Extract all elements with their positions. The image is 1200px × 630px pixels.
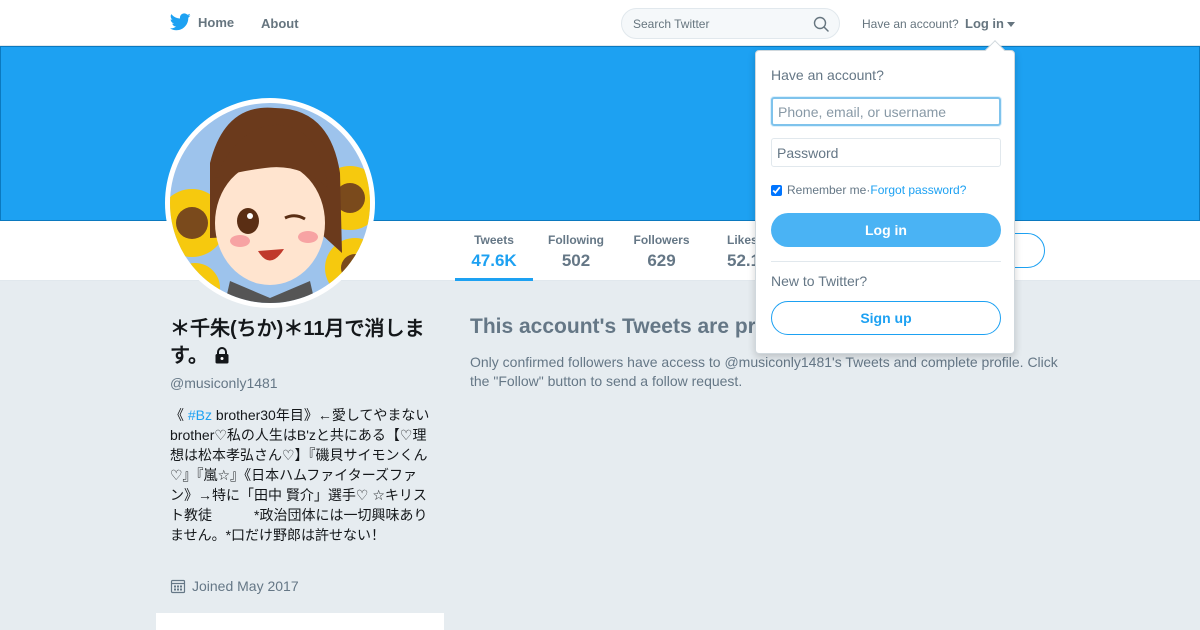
- dropdown-heading: Have an account?: [771, 67, 884, 83]
- caret-down-icon: [1007, 21, 1015, 27]
- forgot-password-link[interactable]: Forgot password?: [870, 183, 966, 197]
- password-input[interactable]: [771, 138, 1001, 167]
- profile-avatar[interactable]: [165, 98, 375, 308]
- protected-title: This account's Tweets are pr: [470, 315, 756, 338]
- calendar-icon: [170, 579, 186, 594]
- stat-tweets-value: 47.6K: [471, 251, 517, 270]
- protected-message: Only confirmed followers have access to …: [470, 354, 1058, 389]
- profile-name: ＊千朱(ちか)＊11月で消します。: [170, 316, 432, 370]
- profile-screen-name[interactable]: @musiconly1481: [170, 375, 278, 391]
- joined-date: Joined May 2017: [170, 578, 299, 594]
- nav-home-label: Home: [198, 14, 235, 30]
- login-toggle-label: Log in: [965, 16, 1004, 31]
- stat-following-label: Following: [548, 233, 604, 247]
- profile-bio: 《 #Bz brother30年目》←愛してやまないbrother♡私の人生はB…: [170, 405, 432, 545]
- stat-following-value: 502: [561, 251, 591, 270]
- remember-me-row: Remember me · Forgot password?: [771, 183, 966, 197]
- login-dropdown-toggle[interactable]: Log in: [965, 16, 1015, 31]
- signup-button[interactable]: Sign up: [771, 301, 1001, 335]
- login-button[interactable]: Log in: [771, 213, 1001, 247]
- joined-date-text: Joined May 2017: [192, 578, 299, 594]
- bio-hashtag-link[interactable]: #Bz: [188, 407, 212, 423]
- nav-home-link[interactable]: Home: [170, 13, 234, 31]
- dropdown-divider: [771, 261, 1001, 262]
- remember-me-checkbox[interactable]: [771, 184, 782, 196]
- username-input[interactable]: [771, 97, 1001, 126]
- stat-followers-value: 629: [647, 251, 676, 270]
- profile-name-text: ＊千朱(ちか)＊11月で消します。: [170, 318, 425, 367]
- twitter-bird-icon: [170, 13, 191, 31]
- have-account-text: Have an account?: [862, 17, 959, 31]
- side-card: [156, 613, 444, 630]
- search-icon[interactable]: [813, 16, 829, 32]
- avatar-illustration: [170, 103, 370, 303]
- stat-tweets-label: Tweets: [474, 233, 514, 247]
- remember-me-label[interactable]: Remember me: [787, 183, 866, 197]
- search-input[interactable]: [633, 15, 803, 33]
- login-dropdown: Have an account? Remember me · Forgot pa…: [755, 40, 1015, 354]
- stat-tweets[interactable]: Tweets 47.6K: [455, 233, 533, 281]
- top-navigation-bar: Home About Have an account? Log in: [0, 0, 1200, 46]
- bio-text-rest: brother30年目》←愛してやまないbrother♡私の人生はB'zと共にあ…: [170, 407, 430, 543]
- stat-followers-label: Followers: [633, 233, 690, 247]
- search-box: [621, 8, 840, 39]
- stat-followers[interactable]: Followers 629: [624, 233, 699, 271]
- nav-about-link[interactable]: About: [261, 16, 299, 31]
- stat-following[interactable]: Following 502: [540, 233, 612, 271]
- lock-icon: [215, 347, 229, 364]
- new-to-twitter-text: New to Twitter?: [771, 273, 868, 289]
- bio-text-start: 《: [170, 407, 188, 423]
